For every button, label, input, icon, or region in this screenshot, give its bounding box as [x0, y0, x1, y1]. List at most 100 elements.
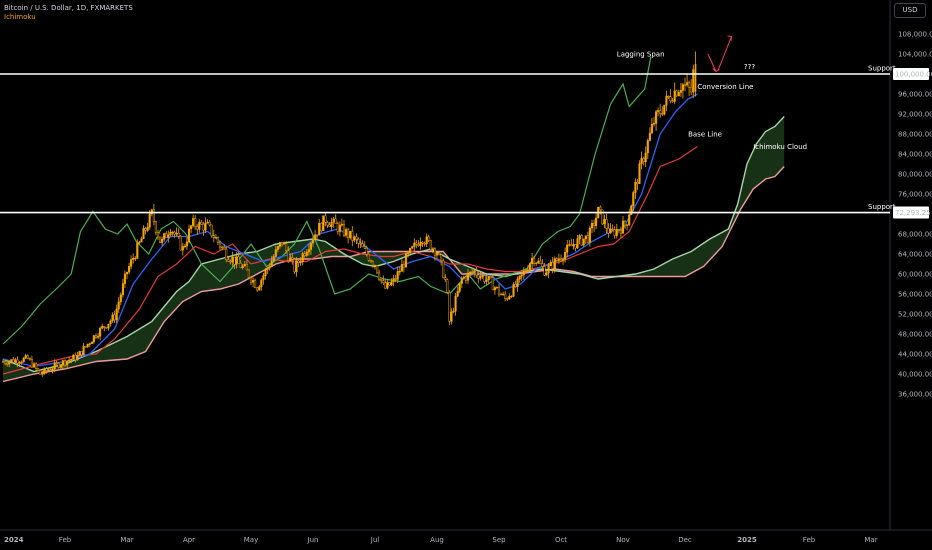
- candle-body: [400, 264, 403, 272]
- x-tick-label: 2025: [737, 536, 757, 544]
- candle-body: [429, 240, 432, 251]
- candle-body: [617, 229, 620, 231]
- candle-body: [526, 269, 529, 272]
- candle-body: [692, 69, 695, 93]
- candle-body: [491, 277, 494, 291]
- candle-body: [206, 221, 209, 224]
- candle-body: [665, 95, 668, 106]
- candle-body: [562, 259, 565, 261]
- candle-body: [94, 335, 98, 338]
- candle-body: [314, 234, 317, 240]
- candle-body: [35, 363, 38, 369]
- candle-body: [533, 257, 536, 264]
- candle-body: [679, 90, 682, 93]
- candle-body: [22, 357, 25, 363]
- candle-body: [301, 253, 304, 263]
- candle-body: [388, 282, 391, 286]
- x-tick-label: Apr: [183, 536, 195, 544]
- candle-body: [45, 368, 48, 371]
- price-chart[interactable]: Support100,000.00Support72,293.25 Laggin…: [0, 0, 932, 550]
- candle-body: [694, 64, 697, 92]
- candle-body: [97, 335, 100, 338]
- candle-body: [462, 276, 465, 279]
- candle-body: [677, 92, 680, 97]
- candle-body: [332, 218, 335, 223]
- candle-body: [549, 261, 552, 267]
- candle-body: [539, 260, 542, 264]
- candle-body: [330, 221, 333, 227]
- forecast-up-arrowhead: [727, 35, 733, 41]
- candle-body: [557, 258, 560, 261]
- candle-body: [61, 360, 64, 366]
- x-tick-label: Jul: [370, 536, 380, 544]
- candle-body: [578, 235, 581, 240]
- candle-body: [63, 360, 67, 366]
- candle-body: [407, 252, 410, 254]
- candle-body: [497, 286, 501, 295]
- annotation-label: Base Line: [688, 131, 722, 139]
- candle-body: [179, 236, 182, 251]
- support-price-label: 100,000.00: [895, 71, 932, 79]
- candle-body: [210, 224, 213, 236]
- y-tick-label: 56,000.00: [898, 291, 932, 299]
- candle-body: [268, 266, 271, 269]
- y-tick-label: 88,000.00: [898, 131, 932, 139]
- candle-body: [121, 283, 124, 296]
- candle-body: [363, 246, 366, 249]
- candle-body: [28, 358, 31, 360]
- candle-body: [111, 314, 114, 322]
- candle-body: [66, 360, 69, 366]
- candle-body: [241, 265, 244, 268]
- candle-body: [53, 362, 56, 370]
- candle-body: [586, 235, 589, 243]
- y-tick-label: 76,000.00: [898, 191, 932, 199]
- candle-body: [580, 235, 583, 246]
- candle-body: [369, 260, 372, 263]
- candle-body: [154, 221, 157, 233]
- candle-body: [404, 253, 408, 268]
- candle-body: [39, 370, 42, 375]
- candle-body: [378, 272, 381, 280]
- candle-body: [599, 206, 602, 211]
- candle-body: [590, 222, 594, 229]
- candle-body: [624, 220, 627, 226]
- candle-body: [411, 246, 414, 249]
- candle-body: [435, 252, 439, 256]
- candle-body: [452, 310, 455, 313]
- candle-body: [376, 265, 379, 274]
- span-a-line: [2, 116, 785, 373]
- candle-body: [185, 241, 188, 247]
- lagging-span-line: [2, 56, 652, 345]
- candle-body: [621, 220, 625, 234]
- candle-body: [537, 260, 540, 264]
- candle-body: [192, 218, 195, 226]
- candle-body: [148, 213, 151, 228]
- candle-body: [413, 242, 416, 247]
- y-tick-label: 96,000.00: [898, 91, 932, 99]
- x-tick-label: Mar: [864, 536, 877, 544]
- candle-body: [652, 123, 656, 125]
- candle-body: [595, 217, 598, 226]
- y-tick-label: 48,000.00: [898, 331, 932, 339]
- time-axis[interactable]: 2024 Feb Mar Apr May Jun Jul Aug Sep Oct Nov Dec 202…: [4, 536, 878, 544]
- candle-body: [256, 287, 259, 291]
- x-tick-label: Feb: [803, 536, 816, 544]
- x-tick-label: Aug: [430, 536, 444, 544]
- candle-body: [500, 293, 503, 296]
- candle-body: [274, 249, 277, 257]
- candle-body: [204, 222, 207, 231]
- cloud-fill: [3, 116, 785, 382]
- candle-body: [386, 282, 389, 289]
- candle-body: [667, 95, 670, 98]
- candle-body: [431, 248, 434, 251]
- candle-body: [245, 263, 248, 271]
- x-tick-label: Jun: [307, 536, 319, 544]
- candle-body: [514, 284, 517, 287]
- candle-body: [425, 236, 428, 245]
- candle-body: [688, 82, 691, 88]
- candle-body: [415, 242, 418, 245]
- candle-body: [473, 270, 476, 273]
- candle-body: [605, 219, 608, 229]
- candle-body: [181, 246, 184, 251]
- candle-body: [475, 270, 478, 276]
